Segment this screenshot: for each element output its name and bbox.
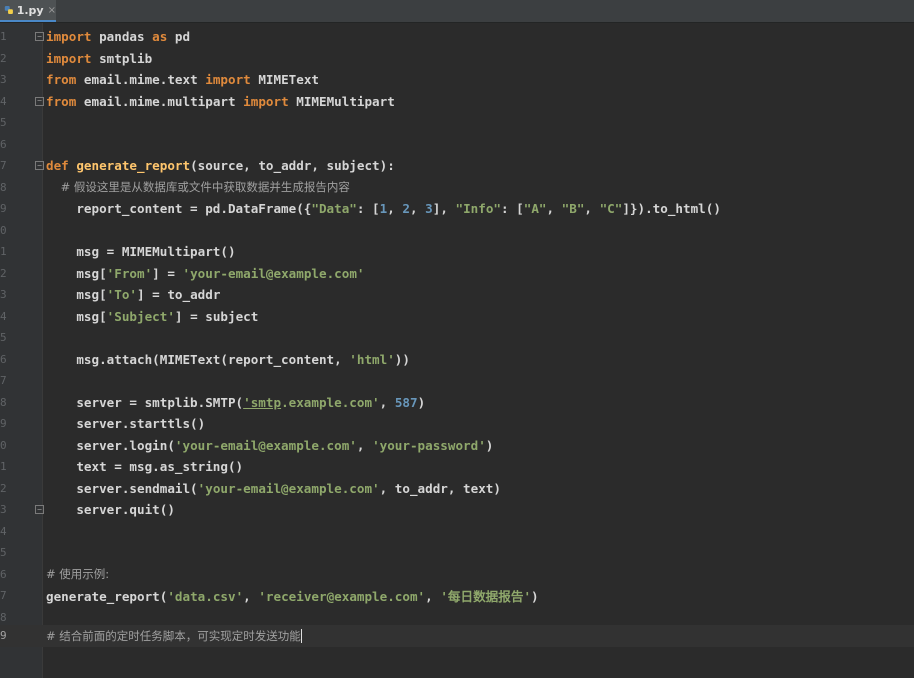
- line-number: 8: [0, 610, 7, 624]
- line-number: 7: [0, 589, 7, 603]
- code-line: 2 msg['From'] = 'your-email@example.com': [0, 263, 914, 285]
- fold-marker-icon[interactable]: −: [35, 96, 44, 106]
- line-number: 0: [0, 223, 7, 237]
- comment-text: # 结合前面的定时任务脚本，可实现定时发送功能: [46, 628, 303, 644]
- code-line: 0: [0, 220, 914, 242]
- comment-text: # 假设这里是从数据库或文件中获取数据并生成报告内容: [46, 180, 350, 195]
- fold-marker-icon[interactable]: −: [35, 32, 44, 42]
- code-line: 3 from email.mime.text import MIMEText: [0, 69, 914, 91]
- line-number: 6: [0, 567, 7, 581]
- code-line: 9 report_content = pd.DataFrame({"Data":…: [0, 198, 914, 220]
- code-text: import smtplib: [46, 50, 153, 66]
- code-line: 1 msg = MIMEMultipart(): [0, 241, 914, 263]
- code-line: 3 − server.quit(): [0, 499, 914, 521]
- code-line: 5: [0, 327, 914, 349]
- code-text: server.quit(): [46, 502, 175, 518]
- python-file-icon: [4, 5, 13, 15]
- code-line: 6 msg.attach(MIMEText(report_content, 'h…: [0, 349, 914, 371]
- code-text: server.sendmail('your-email@example.com'…: [46, 480, 501, 496]
- code-line: 6 # 使用示例:: [0, 564, 914, 586]
- tab-1-py[interactable]: 1.py ×: [0, 0, 56, 22]
- code-line: 1 − import pandas as pd: [0, 26, 914, 48]
- line-number: 7: [0, 159, 7, 173]
- line-number: 4: [0, 309, 7, 323]
- code-text: def generate_report(source, to_addr, sub…: [46, 158, 395, 174]
- line-number: 2: [0, 266, 7, 280]
- code-line: 4: [0, 521, 914, 543]
- fold-marker-icon[interactable]: −: [35, 161, 44, 171]
- code-text: from email.mime.multipart import MIMEMul…: [46, 93, 395, 109]
- text-caret: [300, 629, 303, 644]
- code-line: 0 server.login('your-email@example.com',…: [0, 435, 914, 457]
- line-number: 1: [0, 30, 7, 44]
- code-text: server.starttls(): [46, 416, 206, 432]
- line-number: 6: [0, 352, 7, 366]
- code-line: 3 msg['To'] = to_addr: [0, 284, 914, 306]
- code-line: 8 # 假设这里是从数据库或文件中获取数据并生成报告内容: [0, 177, 914, 199]
- line-number: 5: [0, 546, 7, 560]
- code-text: report_content = pd.DataFrame({"Data": […: [46, 201, 721, 217]
- code-line: 7 − def generate_report(source, to_addr,…: [0, 155, 914, 177]
- code-line: 5: [0, 542, 914, 564]
- code-text: msg = MIMEMultipart(): [46, 244, 236, 260]
- code-line: 4 msg['Subject'] = subject: [0, 306, 914, 328]
- code-line: 1 text = msg.as_string(): [0, 456, 914, 478]
- line-number: 2: [0, 481, 7, 495]
- code-line: 7: [0, 370, 914, 392]
- code-text: server.login('your-email@example.com', '…: [46, 437, 494, 453]
- line-number: 5: [0, 331, 7, 345]
- code-text: text = msg.as_string(): [46, 459, 244, 475]
- code-text: msg['Subject'] = subject: [46, 308, 259, 324]
- line-number: 3: [0, 73, 7, 87]
- current-code-line[interactable]: 9 # 结合前面的定时任务脚本，可实现定时发送功能: [0, 625, 914, 647]
- line-number: 9: [0, 417, 7, 431]
- code-text: server = smtplib.SMTP('smtp.example.com'…: [46, 394, 426, 410]
- line-number: 7: [0, 374, 7, 388]
- line-number: 3: [0, 288, 7, 302]
- code-line: 5: [0, 112, 914, 134]
- line-number: 5: [0, 116, 7, 130]
- line-number: 4: [0, 524, 7, 538]
- code-line: 2 server.sendmail('your-email@example.co…: [0, 478, 914, 500]
- line-number: 1: [0, 245, 7, 259]
- code-text: from email.mime.text import MIMEText: [46, 72, 319, 88]
- code-text: msg['From'] = 'your-email@example.com': [46, 265, 365, 281]
- code-line: 9 server.starttls(): [0, 413, 914, 435]
- line-number: 1: [0, 460, 7, 474]
- line-number: 9: [0, 629, 7, 643]
- line-number: 3: [0, 503, 7, 517]
- code-text: generate_report('data.csv', 'receiver@ex…: [46, 589, 539, 605]
- line-number: 6: [0, 137, 7, 151]
- editor-tab-bar: 1.py ×: [0, 0, 914, 23]
- line-number: 8: [0, 180, 7, 194]
- close-tab-icon[interactable]: ×: [48, 5, 56, 16]
- fold-marker-icon[interactable]: −: [35, 505, 44, 515]
- line-number: 8: [0, 395, 7, 409]
- code-line: 7 generate_report('data.csv', 'receiver@…: [0, 585, 914, 607]
- code-line: 2 import smtplib: [0, 48, 914, 70]
- line-number: 9: [0, 202, 7, 216]
- code-text: msg.attach(MIMEText(report_content, 'htm…: [46, 351, 410, 367]
- code-text: import pandas as pd: [46, 29, 191, 45]
- code-line: 6: [0, 134, 914, 156]
- comment-text: # 使用示例:: [46, 567, 110, 582]
- line-number: 2: [0, 51, 7, 65]
- line-number: 0: [0, 438, 7, 452]
- code-text: msg['To'] = to_addr: [46, 287, 221, 303]
- tab-label: 1.py: [16, 3, 44, 17]
- code-line: 8 server = smtplib.SMTP('smtp.example.co…: [0, 392, 914, 414]
- line-number: 4: [0, 94, 7, 108]
- code-line: 4 − from email.mime.multipart import MIM…: [0, 91, 914, 113]
